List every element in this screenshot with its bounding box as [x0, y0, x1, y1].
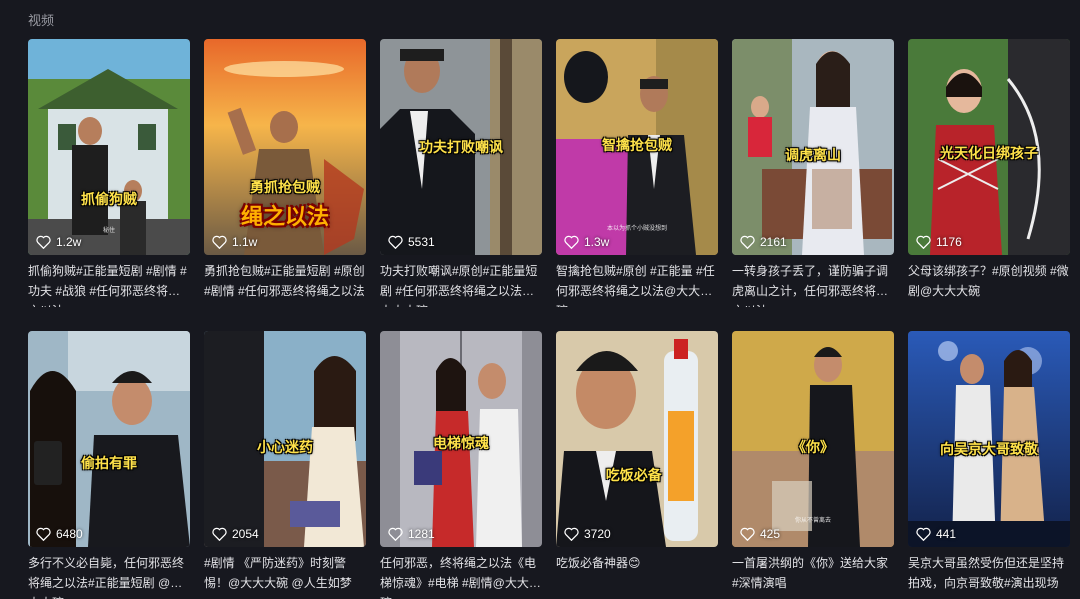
video-description[interactable]: 多行不义必自毙，任何邪恶终将绳之以法#正能量短剧 @大大大碗: [28, 553, 190, 599]
heart-icon: [36, 527, 51, 541]
heart-icon: [740, 235, 755, 249]
video-card[interactable]: 勇抓抢包贼 绳之以法 1.1w 勇抓抢包贼#正能量短剧 #原创 #剧情 #任何邪…: [204, 39, 366, 307]
video-thumbnail[interactable]: 向吴京大哥致敬 441: [908, 331, 1070, 547]
video-description[interactable]: 任何邪恶，终将绳之以法《电梯惊魂》#电梯 #剧情@大大大碗: [380, 553, 542, 599]
like-count: 1176: [916, 235, 962, 249]
heart-icon: [916, 235, 931, 249]
like-count-value: 1281: [408, 527, 435, 541]
like-count: 1.1w: [212, 235, 257, 249]
video-caption: 电梯惊魂: [433, 435, 489, 451]
video-caption: 勇抓抢包贼: [250, 179, 320, 195]
heart-icon: [564, 235, 579, 249]
heart-icon: [740, 527, 755, 541]
video-thumbnail[interactable]: 智擒抢包贼 本以为抓个小贼没想到 1.3w: [556, 39, 718, 255]
video-thumbnail[interactable]: 小心迷药 2054: [204, 331, 366, 547]
video-caption: 抓偷狗贼: [81, 191, 137, 207]
video-thumbnail[interactable]: 《你》 你从不曾离去 425: [732, 331, 894, 547]
like-count: 441: [916, 527, 956, 541]
video-description[interactable]: 一转身孩子丢了，谨防骗子调虎离山之计，任何邪恶终将绳之以法: [732, 261, 894, 307]
thumbnail-scene: [28, 39, 190, 255]
video-card[interactable]: 小心迷药 2054 #剧情 《严防迷药》时刻警惕！@大大大碗 @人生如梦: [204, 331, 366, 599]
video-card[interactable]: 电梯惊魂 1281 任何邪恶，终将绳之以法《电梯惊魂》#电梯 #剧情@大大大碗: [380, 331, 542, 599]
video-description[interactable]: 抓偷狗贼#正能量短剧 #剧情 #功夫 #战狼 #任何邪恶终将绳之以法: [28, 261, 190, 307]
video-caption: 智擒抢包贼: [602, 137, 672, 153]
like-count-value: 2161: [760, 235, 787, 249]
video-caption: 调虎离山: [785, 147, 841, 163]
section-title: 视频: [28, 13, 55, 28]
heart-icon: [916, 527, 931, 541]
video-card[interactable]: 《你》 你从不曾离去 425 一首屠洪纲的《你》送给大家 #深情演唱: [732, 331, 894, 599]
video-thumbnail[interactable]: 勇抓抢包贼 绳之以法 1.1w: [204, 39, 366, 255]
video-card[interactable]: 光天化日绑孩子 1176 父母该绑孩子？#原创视频 #微剧@大大大碗: [908, 39, 1070, 307]
heart-icon: [36, 235, 51, 249]
video-subtext: 秘住: [102, 228, 116, 234]
video-caption: 功夫打败嘲讽: [419, 139, 503, 155]
heart-icon: [212, 235, 227, 249]
video-card[interactable]: 吃饭必备 3720 吃饭必备神器😊: [556, 331, 718, 599]
video-card[interactable]: 抓偷狗贼 秘住 1.2w 抓偷狗贼#正能量短剧 #剧情 #功夫 #战狼 #任何邪…: [28, 39, 190, 307]
heart-icon: [212, 527, 227, 541]
like-count-value: 5531: [408, 235, 435, 249]
like-count-value: 441: [936, 527, 957, 541]
heart-icon: [564, 527, 579, 541]
video-subtext: 你从不曾离去: [794, 518, 832, 524]
video-thumbnail[interactable]: 调虎离山 2161: [732, 39, 894, 255]
like-count: 2161: [740, 235, 787, 249]
video-card[interactable]: 功夫打败嘲讽 5531 功夫打败嘲讽#原创#正能量短剧 #任何邪恶终将绳之以法@…: [380, 39, 542, 307]
like-count-value: 2054: [232, 527, 259, 541]
video-thumbnail[interactable]: 功夫打败嘲讽 5531: [380, 39, 542, 255]
video-caption: 小心迷药: [257, 439, 313, 455]
video-caption: 偷拍有罪: [81, 455, 137, 471]
thumbnail-scene: [556, 331, 718, 547]
video-thumbnail[interactable]: 光天化日绑孩子 1176: [908, 39, 1070, 255]
like-count: 5531: [388, 235, 435, 249]
video-card[interactable]: 调虎离山 2161 一转身孩子丢了，谨防骗子调虎离山之计，任何邪恶终将绳之以法: [732, 39, 894, 307]
video-thumbnail[interactable]: 吃饭必备 3720: [556, 331, 718, 547]
video-description[interactable]: 智擒抢包贼#原创 #正能量 #任何邪恶终将绳之以法@大大大碗: [556, 261, 718, 307]
video-caption: 光天化日绑孩子: [940, 145, 1038, 161]
like-count-value: 6480: [56, 527, 83, 541]
like-count-value: 1.1w: [232, 235, 258, 249]
video-description[interactable]: 一首屠洪纲的《你》送给大家 #深情演唱: [732, 553, 894, 599]
video-description[interactable]: 吃饭必备神器😊: [556, 553, 718, 599]
video-thumbnail[interactable]: 电梯惊魂 1281: [380, 331, 542, 547]
video-description[interactable]: 父母该绑孩子？#原创视频 #微剧@大大大碗: [908, 261, 1070, 307]
heart-icon: [388, 235, 403, 249]
like-count-value: 3720: [584, 527, 611, 541]
video-thumbnail[interactable]: 抓偷狗贼 秘住 1.2w: [28, 39, 190, 255]
video-caption: 《你》: [792, 439, 834, 455]
video-description[interactable]: 功夫打败嘲讽#原创#正能量短剧 #任何邪恶终将绳之以法@大大大碗: [380, 261, 542, 307]
video-description[interactable]: 勇抓抢包贼#正能量短剧 #原创 #剧情 #任何邪恶终将绳之以法: [204, 261, 366, 307]
video-caption-big: 绳之以法: [240, 204, 330, 229]
like-count-value: 1.3w: [584, 235, 610, 249]
video-card[interactable]: 向吴京大哥致敬 441 吴京大哥虽然受伤但还是坚持拍戏，向京哥致敬#演出现场: [908, 331, 1070, 599]
like-count: 3720: [564, 527, 611, 541]
like-count-value: 1176: [936, 235, 962, 249]
like-count: 1.2w: [36, 235, 81, 249]
like-count: 1281: [388, 527, 435, 541]
video-thumbnail[interactable]: 偷拍有罪 6480: [28, 331, 190, 547]
thumbnail-scene: [28, 331, 190, 547]
video-caption: 向吴京大哥致敬: [940, 441, 1038, 457]
heart-icon: [388, 527, 403, 541]
video-grid: 抓偷狗贼 秘住 1.2w 抓偷狗贼#正能量短剧 #剧情 #功夫 #战狼 #任何邪…: [28, 39, 1070, 599]
like-count-value: 1.2w: [56, 235, 82, 249]
video-card[interactable]: 智擒抢包贼 本以为抓个小贼没想到 1.3w 智擒抢包贼#原创 #正能量 #任何邪…: [556, 39, 718, 307]
like-count-value: 425: [760, 527, 781, 541]
video-subtext: 本以为抓个小贼没想到: [606, 226, 668, 232]
video-caption: 吃饭必备: [605, 467, 662, 483]
video-card[interactable]: 偷拍有罪 6480 多行不义必自毙，任何邪恶终将绳之以法#正能量短剧 @大大大碗: [28, 331, 190, 599]
like-count: 2054: [212, 527, 259, 541]
like-count: 1.3w: [564, 235, 609, 249]
video-description[interactable]: 吴京大哥虽然受伤但还是坚持拍戏，向京哥致敬#演出现场: [908, 553, 1070, 599]
video-description[interactable]: #剧情 《严防迷药》时刻警惕！@大大大碗 @人生如梦: [204, 553, 366, 599]
like-count: 425: [740, 527, 780, 541]
like-count: 6480: [36, 527, 83, 541]
